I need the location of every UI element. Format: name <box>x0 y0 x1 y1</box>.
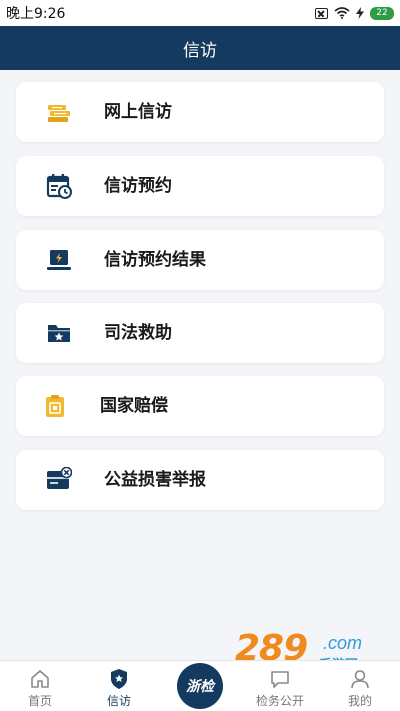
home-icon <box>31 670 49 688</box>
nav-public-label: 检务公开 <box>255 694 304 708</box>
menu-item-state-compensation[interactable]: 国家赔偿 <box>16 376 384 436</box>
status-icons: 22 <box>315 6 394 20</box>
menu-label: 网上信访 <box>104 102 172 122</box>
menu-label: 信访预约结果 <box>104 250 206 270</box>
nav-mine-label: 我的 <box>347 694 372 708</box>
card-alert-icon <box>47 467 72 489</box>
nav-mine[interactable]: 我的 <box>340 661 380 711</box>
laptop-result-icon <box>47 250 71 270</box>
nav-petition[interactable]: 信访 <box>99 661 139 711</box>
center-logo-button[interactable]: 浙检 <box>177 663 223 709</box>
status-time: 晚上9:26 <box>6 6 66 22</box>
watermark-domain: .com <box>323 633 363 653</box>
page-title: 信访 <box>183 40 217 61</box>
menu-label: 公益损害举报 <box>104 470 206 490</box>
menu-item-petition-appointment[interactable]: 信访预约 <box>16 156 384 216</box>
menu-label: 国家赔偿 <box>100 396 168 416</box>
charging-icon <box>356 7 364 19</box>
app-header: 信访 <box>0 26 400 70</box>
wifi-icon <box>334 7 350 19</box>
battery-badge: 22 <box>370 6 394 20</box>
status-bar: 晚上9:26 22 <box>0 0 400 26</box>
menu-item-appointment-result[interactable]: 信访预约结果 <box>16 230 384 290</box>
menu-item-public-interest-report[interactable]: 公益损害举报 <box>16 450 384 510</box>
nav-public-affairs[interactable]: 检务公开 <box>250 661 310 711</box>
books-icon <box>48 105 70 122</box>
menu-label: 信访预约 <box>104 176 172 196</box>
nav-petition-label: 信访 <box>106 694 131 708</box>
no-sim-icon <box>315 7 328 19</box>
menu-item-judicial-aid[interactable]: 司法救助 <box>16 303 384 363</box>
chat-icon <box>271 671 289 688</box>
user-icon <box>351 670 369 689</box>
nav-home-label: 首页 <box>27 694 52 708</box>
clipboard-icon <box>46 395 64 417</box>
nav-home[interactable]: 首页 <box>20 661 60 711</box>
folder-star-icon <box>48 325 70 342</box>
menu-item-online-petition[interactable]: 网上信访 <box>16 82 384 142</box>
menu-label: 司法救助 <box>104 323 172 343</box>
center-logo-text: 浙检 <box>186 679 214 695</box>
shield-star-icon <box>111 669 127 689</box>
calendar-clock-icon <box>46 174 72 199</box>
